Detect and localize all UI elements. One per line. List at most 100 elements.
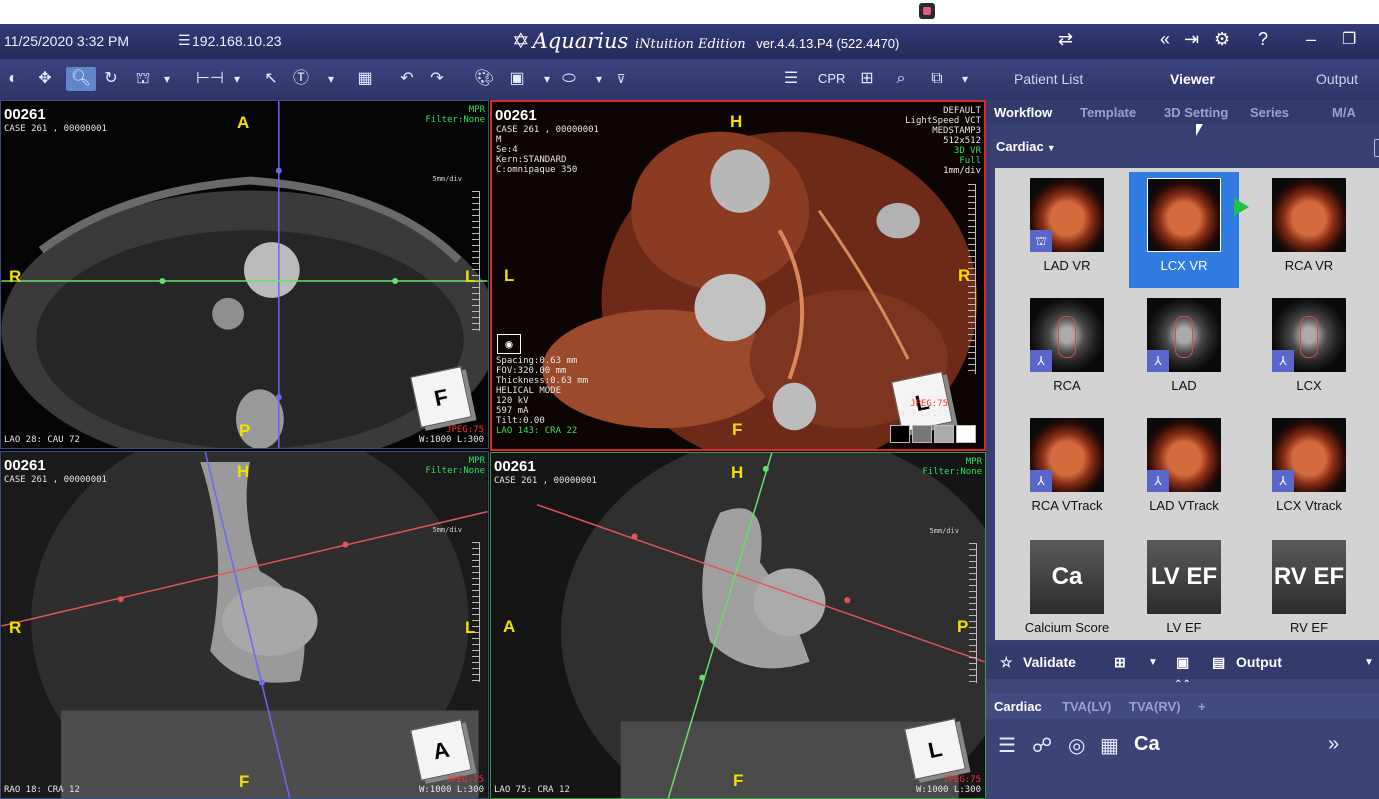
axial-viewport[interactable]: 00261 CASE 261 , 00000001 MPR Filter:Non…	[0, 100, 489, 449]
orientation-left: L	[504, 266, 515, 285]
output-button[interactable]: Output	[1236, 654, 1282, 670]
nav-output[interactable]: Output	[1316, 71, 1358, 87]
panel-edge-handle[interactable]	[1374, 139, 1379, 157]
help-icon[interactable]: ?	[1258, 29, 1268, 50]
restore-icon[interactable]: ❐	[1342, 29, 1356, 49]
vessel-badge-icon: ⅄	[1030, 350, 1052, 372]
orientation-cube[interactable]: F	[410, 366, 472, 428]
workflow-tile-lad-vr[interactable]: ⛫ LAD VR	[1012, 172, 1122, 288]
workflow-tile-calcium-score[interactable]: Ca Calcium Score	[1012, 534, 1122, 650]
workflow-tile-rca[interactable]: ⅄ RCA	[1012, 292, 1122, 408]
panel-dropdown-icon[interactable]: ▼	[1364, 657, 1374, 668]
cpr-label[interactable]: CPR	[818, 67, 845, 91]
orientation-icon[interactable]: ⛫	[134, 67, 152, 91]
apps-tab-tva-rv[interactable]: TVA(RV)	[1129, 699, 1181, 714]
workflow-tile-lad-vtrack[interactable]: ⅄ LAD VTrack	[1129, 412, 1239, 528]
more-dropdown-icon[interactable]: ⊽	[612, 67, 630, 91]
workflow-tile-lv-ef[interactable]: LV EF LV EF	[1129, 534, 1239, 650]
validate-button[interactable]: Validate	[1023, 654, 1076, 670]
case-id: CASE 261 , 00000001	[496, 125, 599, 135]
apps-tab-tva-lv[interactable]: TVA(LV)	[1062, 699, 1111, 714]
screen-recorder-icon[interactable]	[919, 3, 935, 19]
nav-patient-list[interactable]: Patient List	[1014, 71, 1083, 87]
magnify-view-icon[interactable]: ⌕	[892, 67, 910, 91]
logout-icon[interactable]: ⇥	[1184, 29, 1199, 50]
workflow-tile-lcx-vtrack[interactable]: ⅄ LCX Vtrack	[1254, 412, 1364, 528]
segmentation-icon[interactable]: ▣	[508, 67, 526, 91]
tab-ma[interactable]: M/A	[1332, 105, 1356, 120]
measure-dropdown-icon[interactable]: ▾	[228, 67, 246, 91]
workflow-tile-lcx[interactable]: ⅄ LCX	[1254, 292, 1364, 408]
bg-color-white[interactable]	[956, 425, 976, 443]
screen-layout-icon[interactable]: ⧉	[928, 67, 946, 91]
pan-icon[interactable]: ✥	[36, 67, 54, 91]
undo-icon[interactable]: ↶	[398, 67, 416, 91]
save-icon[interactable]: ▣	[1176, 654, 1189, 671]
add-dropdown-icon[interactable]: ▼	[1148, 657, 1158, 668]
color-map-icon[interactable]: 🎨︎	[474, 67, 494, 91]
view-mode: MPR	[468, 105, 485, 115]
annotation-dropdown-icon[interactable]: ▾	[322, 67, 340, 91]
add-icon[interactable]: ⊞	[1114, 654, 1126, 671]
heart-tool-icon[interactable]: ◎	[1068, 733, 1085, 758]
slab-dropdown-icon[interactable]: ▾	[590, 67, 608, 91]
screen-layout-dropdown-icon[interactable]: ▾	[956, 67, 974, 91]
heart-vr-thumbnail: ⛫	[1030, 178, 1104, 252]
arrow-pointer-icon[interactable]: ↖	[262, 67, 280, 91]
zoom-icon[interactable]: 🔍︎	[66, 67, 96, 91]
add-view-icon[interactable]: ⊞	[858, 67, 876, 91]
apps-tab-add[interactable]: +	[1198, 699, 1206, 714]
star-icon[interactable]: ☆	[1000, 654, 1013, 671]
swap-icon[interactable]: ⇄	[1058, 29, 1073, 50]
workflow-tile-rv-ef[interactable]: RV EF RV EF	[1254, 534, 1364, 650]
window-level-info: JPEG:75 W:3 L:177	[899, 399, 948, 419]
lv-ef-thumbnail: LV EF	[1147, 540, 1221, 614]
layers-icon[interactable]: ☰	[998, 733, 1016, 758]
vessel-tool-icon[interactable]: ☍	[1032, 733, 1052, 758]
apps-tab-cardiac[interactable]: Cardiac	[994, 699, 1042, 714]
report-tool-icon[interactable]: ▦	[1100, 733, 1119, 758]
bg-color-light-gray[interactable]	[934, 425, 954, 443]
coronal-viewport[interactable]: 00261 CASE 261 , 00000001 MPR Filter:Non…	[0, 451, 489, 799]
more-apps-button[interactable]: »	[1328, 733, 1339, 756]
case-number: 00261	[4, 457, 46, 474]
bg-color-gray[interactable]	[912, 425, 932, 443]
redo-icon[interactable]: ↷	[428, 67, 446, 91]
layout-grid-icon[interactable]: ▦	[356, 67, 374, 91]
rotate-icon[interactable]: ↻	[102, 67, 120, 91]
list-icon[interactable]: ☰	[782, 67, 800, 91]
sagittal-viewport[interactable]: 00261 CASE 261 , 00000001 MPR Filter:Non…	[490, 452, 986, 799]
collapse-icon[interactable]: ⌃⌃	[986, 679, 1379, 693]
nav-viewer[interactable]: Viewer	[1170, 71, 1215, 87]
segmentation-dropdown-icon[interactable]: ▾	[538, 67, 556, 91]
snapshot-camera-icon[interactable]: ◉	[497, 334, 521, 354]
workflow-tile-rca-vtrack[interactable]: ⅄ RCA VTrack	[1012, 412, 1122, 528]
text-annotation-icon[interactable]: Ⓣ	[292, 67, 310, 91]
filter-status: Filter:None	[425, 115, 485, 125]
tab-template[interactable]: Template	[1080, 105, 1136, 120]
volume-render-viewport[interactable]: 00261 CASE 261 , 00000001 M Se:4 Kern:ST…	[490, 100, 986, 451]
minimize-icon[interactable]: –	[1306, 29, 1316, 50]
workflow-tile-lad[interactable]: ⅄ LAD	[1129, 292, 1239, 408]
workflow-tile-lcx-vr[interactable]: LCX VR	[1129, 172, 1239, 288]
matrix: 512x512	[943, 136, 981, 146]
play-icon[interactable]	[1234, 198, 1249, 216]
tab-series[interactable]: Series	[1250, 105, 1289, 120]
orientation-cube[interactable]: A	[410, 719, 472, 781]
tab-3d-setting[interactable]: 3D Setting	[1164, 105, 1228, 120]
gear-icon[interactable]: ⚙	[1214, 29, 1230, 50]
output-list-icon[interactable]: ▤	[1212, 654, 1225, 671]
workflow-tile-rca-vr[interactable]: RCA VR	[1254, 172, 1364, 288]
orientation-dropdown-icon[interactable]: ▾	[158, 67, 176, 91]
protocol-dropdown[interactable]: Cardiac ▼	[996, 139, 1056, 154]
tile-label: RV EF	[1289, 620, 1329, 635]
tab-workflow[interactable]: Workflow	[994, 105, 1052, 120]
orientation-cube[interactable]: L	[904, 718, 966, 780]
measure-icon[interactable]: ⊢⊣	[196, 67, 224, 91]
back-icon[interactable]: «	[1160, 29, 1170, 50]
compression-label: JPEG:75	[910, 399, 948, 409]
window-level-icon[interactable]: ◐	[4, 67, 22, 91]
bg-color-black[interactable]	[890, 425, 910, 443]
slab-icon[interactable]: ⬭	[560, 67, 578, 91]
calcium-tool[interactable]: Ca	[1134, 733, 1160, 756]
